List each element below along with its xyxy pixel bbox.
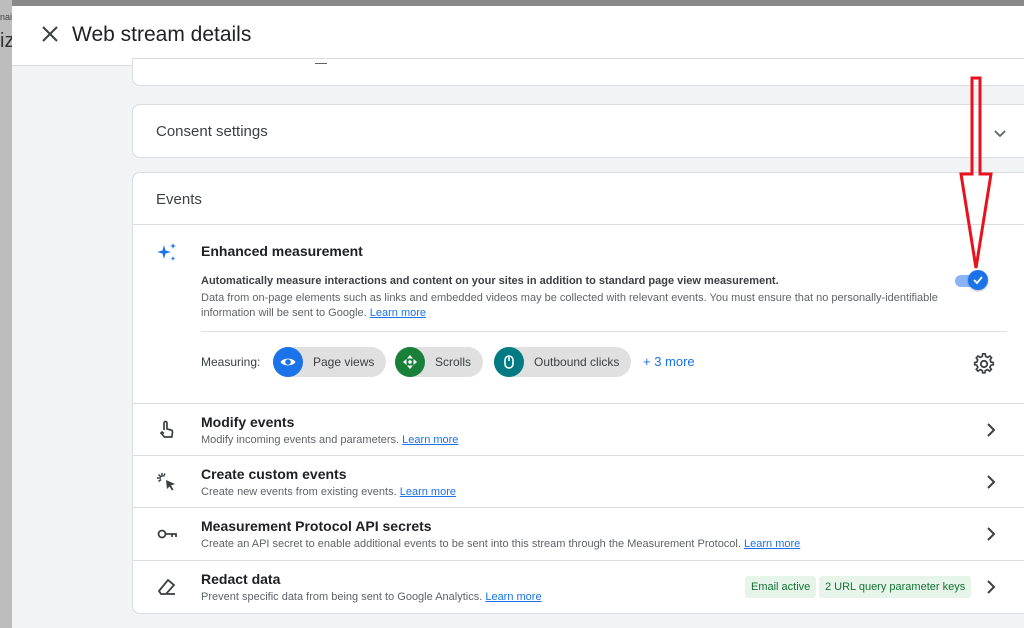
- row-title: Measurement Protocol API secrets: [201, 518, 432, 534]
- enhanced-measurement-title: Enhanced measurement: [201, 243, 363, 259]
- chevron-right-icon[interactable]: [981, 472, 1001, 492]
- chip-scrolls[interactable]: Scrolls: [395, 347, 484, 377]
- learn-more-link[interactable]: Learn more: [485, 591, 541, 603]
- row-description: Prevent specific data from being sent to…: [201, 591, 542, 603]
- row-description: Modify incoming events and parameters. L…: [201, 434, 459, 446]
- key-icon: [155, 522, 179, 546]
- row-description: Create an API secret to enable additiona…: [201, 538, 801, 550]
- eye-icon: [273, 347, 303, 377]
- divider: [201, 331, 1007, 332]
- background-text: nai: [0, 12, 12, 22]
- row-title: Redact data: [201, 571, 281, 587]
- enhanced-measurement-description: Data from on-page elements such as links…: [201, 291, 941, 321]
- description-text: Data from on-page elements such as links…: [201, 292, 938, 319]
- scroll-icon: [395, 347, 425, 377]
- sparkle-icon: [155, 241, 179, 265]
- learn-more-link[interactable]: Learn more: [370, 307, 426, 319]
- click-sparkle-icon: [155, 470, 179, 494]
- row-measurement-protocol[interactable]: Measurement Protocol API secrets Create …: [133, 507, 1024, 559]
- chevron-right-icon[interactable]: [981, 420, 1001, 440]
- more-link[interactable]: + 3 more: [643, 354, 695, 369]
- chip-label: Outbound clicks: [534, 355, 620, 369]
- chip-outbound-clicks[interactable]: Outbound clicks: [494, 347, 632, 377]
- web-stream-details-panel: Web stream details Consent settings Even…: [12, 6, 1024, 628]
- background-page: nai iz: [0, 0, 12, 628]
- close-icon[interactable]: [38, 22, 62, 46]
- enhanced-measurement-summary: Automatically measure interactions and c…: [201, 275, 779, 287]
- check-icon: [973, 276, 983, 285]
- panel-header: Web stream details: [12, 6, 1024, 66]
- enhanced-measurement-toggle[interactable]: [953, 270, 989, 290]
- chip-label: Scrolls: [435, 355, 472, 369]
- toggle-knob: [968, 270, 988, 290]
- chip-label: Page views: [313, 355, 375, 369]
- row-title: Modify events: [201, 414, 295, 430]
- row-create-custom-events[interactable]: Create custom events Create new events f…: [133, 455, 1024, 507]
- gear-icon[interactable]: [973, 353, 995, 375]
- page-title: Web stream details: [72, 23, 252, 46]
- learn-more-link[interactable]: Learn more: [400, 486, 456, 498]
- previous-card: [132, 58, 1024, 86]
- chevron-down-icon[interactable]: [991, 124, 1009, 142]
- underline-fragment: [315, 63, 327, 64]
- chip-page-views[interactable]: Page views: [273, 347, 387, 377]
- mouse-icon: [494, 347, 524, 377]
- status-badge: Email active: [745, 576, 817, 598]
- background-text: iz: [0, 30, 12, 52]
- events-header: Events: [133, 173, 1024, 225]
- events-card: Events Enhanced measurement Automaticall…: [132, 172, 1024, 614]
- learn-more-link[interactable]: Learn more: [402, 434, 458, 446]
- touch-icon: [155, 418, 179, 442]
- status-badge: 2 URL query parameter keys: [819, 576, 972, 598]
- row-modify-events[interactable]: Modify events Modify incoming events and…: [133, 403, 1024, 455]
- chevron-right-icon[interactable]: [981, 524, 1001, 544]
- consent-settings-label: Consent settings: [156, 123, 268, 140]
- chevron-right-icon[interactable]: [981, 577, 1001, 597]
- row-title: Create custom events: [201, 466, 347, 482]
- events-label: Events: [156, 191, 202, 208]
- row-description: Create new events from existing events. …: [201, 486, 456, 498]
- learn-more-link[interactable]: Learn more: [744, 538, 800, 550]
- eraser-icon: [155, 575, 179, 599]
- consent-settings-card[interactable]: Consent settings: [132, 104, 1024, 158]
- row-redact-data[interactable]: Redact data Prevent specific data from b…: [133, 560, 1024, 612]
- measuring-label: Measuring:: [201, 355, 261, 369]
